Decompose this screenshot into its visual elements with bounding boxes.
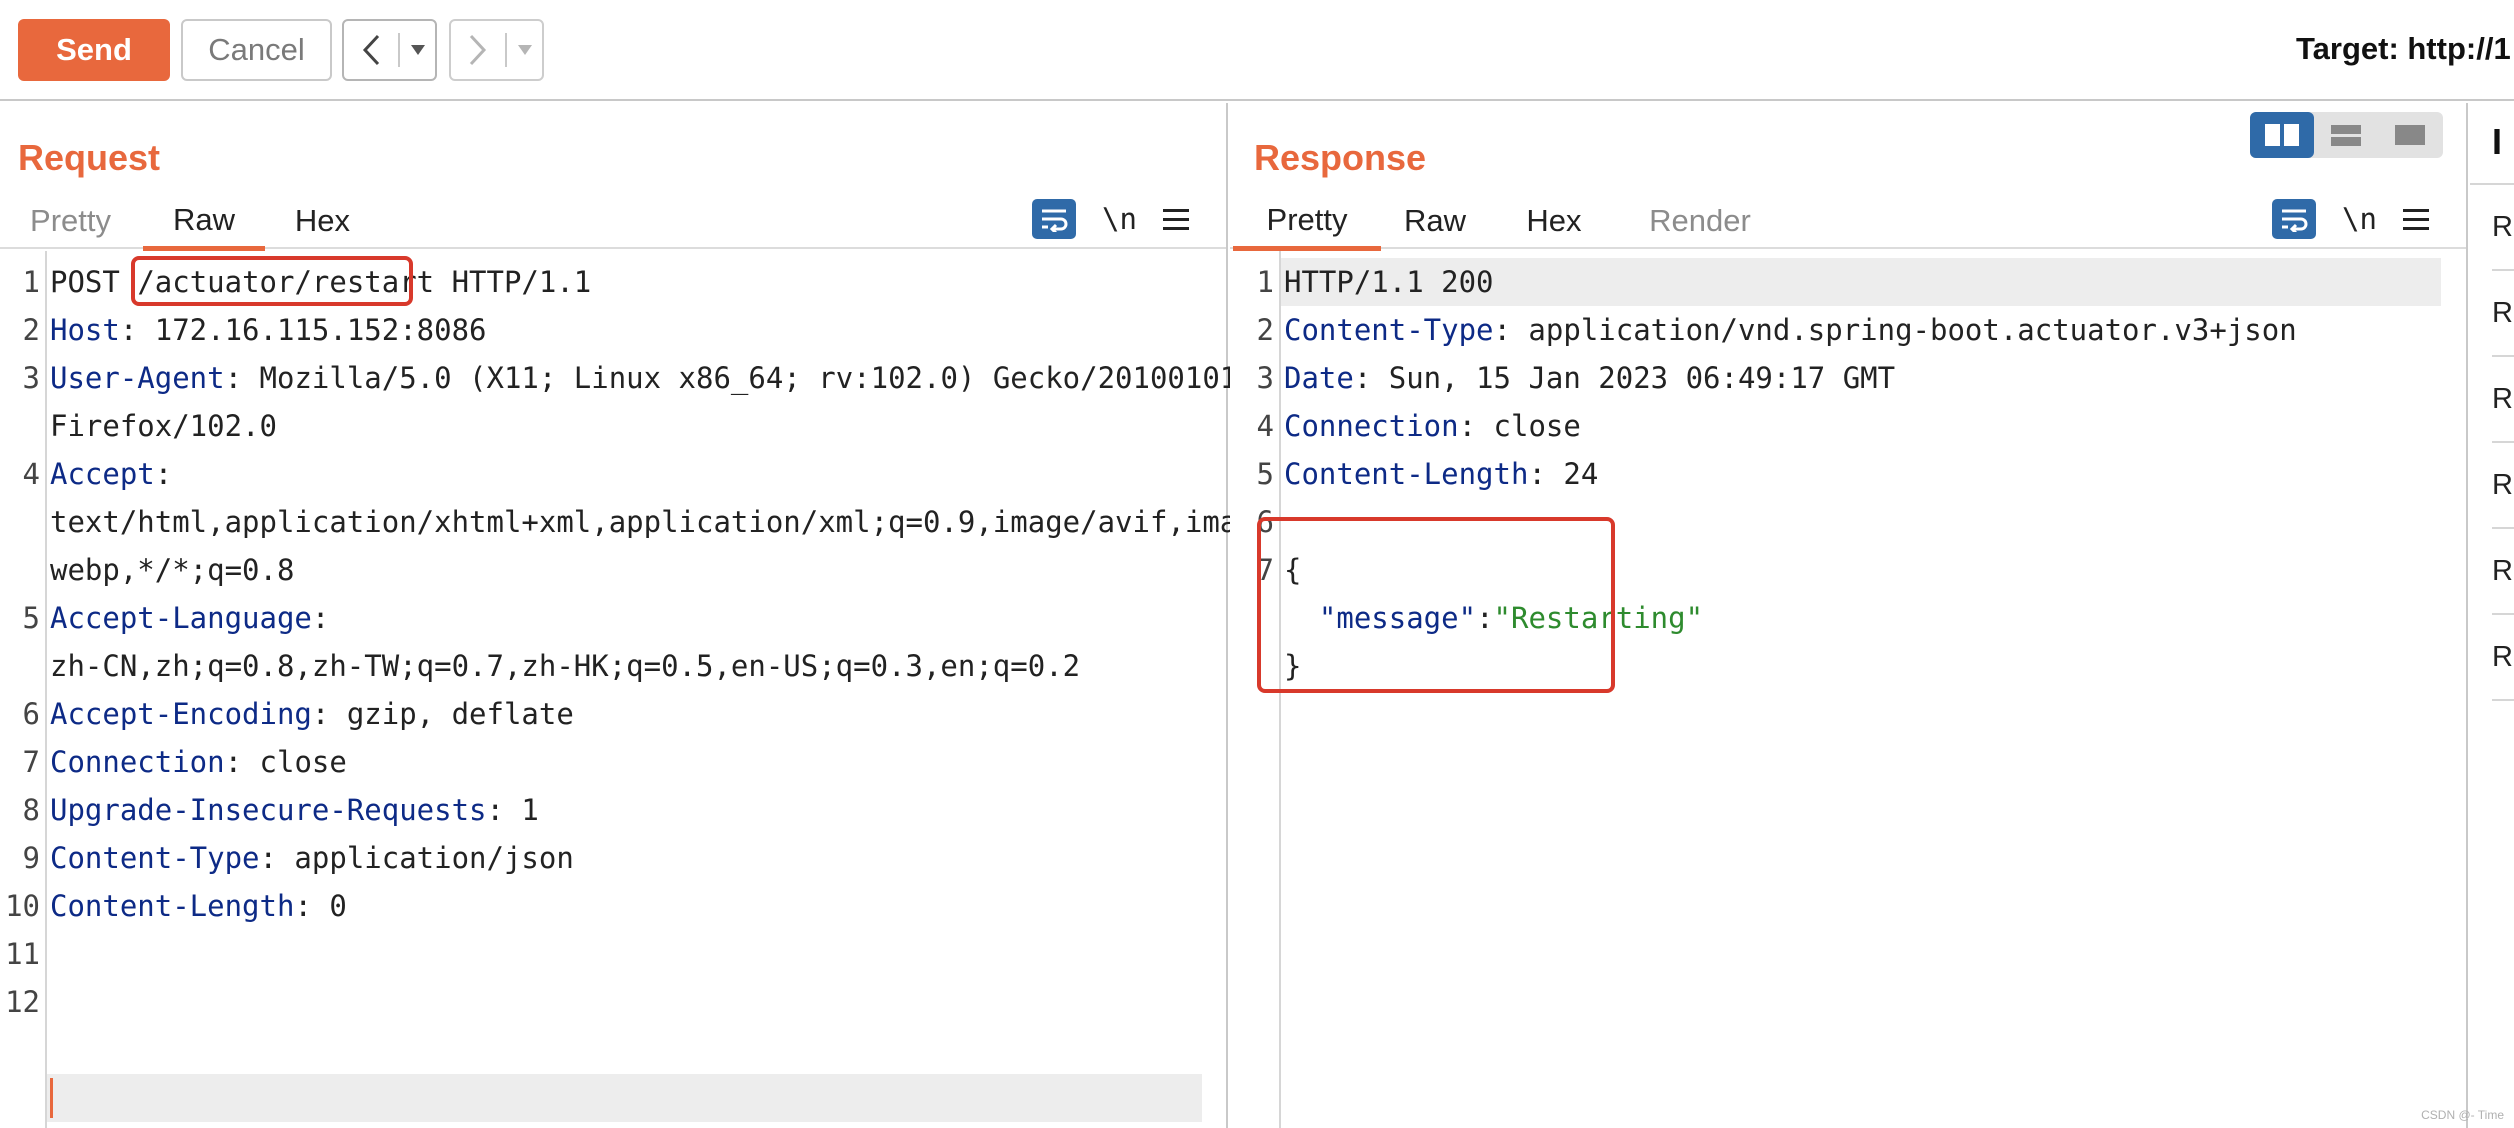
inspector-row[interactable]: R xyxy=(2492,443,2514,529)
line-number: 2 xyxy=(1256,313,1274,347)
layout-toggle xyxy=(2250,112,2443,158)
line-number: 8 xyxy=(22,793,40,827)
header-line: Connection: close xyxy=(1284,409,1581,443)
line-number: 1 xyxy=(22,265,40,299)
tab-raw[interactable]: Raw xyxy=(1395,193,1475,249)
header-line: Connection: close xyxy=(50,745,347,779)
header-line: Content-Type: application/json xyxy=(50,841,574,875)
word-wrap-icon[interactable] xyxy=(1032,199,1076,239)
tab-pretty[interactable]: Pretty xyxy=(18,193,123,249)
line-number: 11 xyxy=(5,937,40,971)
inspector-row[interactable]: R xyxy=(2492,615,2514,701)
request-editor-controls: \n xyxy=(1032,195,1189,243)
status-line: HTTP/1.1 200 xyxy=(1284,265,1494,299)
menu-icon[interactable] xyxy=(2402,208,2429,230)
inspector-row[interactable]: R xyxy=(2492,271,2514,357)
inspector-row[interactable]: R xyxy=(2492,529,2514,615)
response-pane: Response Pretty Raw Hex Render \n 1 HTTP… xyxy=(1230,103,2468,1128)
request-editor[interactable]: 1 POST /actuator/restart HTTP/1.1 2 Host… xyxy=(0,251,1290,1128)
line-number: 7 xyxy=(22,745,40,779)
split-horizontal-icon[interactable] xyxy=(2250,112,2314,158)
header-line: Accept: xyxy=(50,457,173,491)
back-button[interactable] xyxy=(342,19,437,81)
single-pane-icon[interactable] xyxy=(2378,112,2442,158)
header-line: Accept-Encoding: gzip, deflate xyxy=(50,697,574,731)
response-title: Response xyxy=(1254,137,1427,178)
response-editor-controls: \n xyxy=(2272,195,2429,243)
line-number: 3 xyxy=(22,361,40,395)
toolbar: Send Cancel Target: http://1 xyxy=(0,0,2514,101)
line-number: 10 xyxy=(5,889,40,923)
line-number: 4 xyxy=(1256,409,1274,443)
current-line-highlight xyxy=(47,1074,1202,1122)
request-pane: Request Pretty Raw Hex \n 1 POST /actuat… xyxy=(0,103,1290,1128)
cancel-button[interactable]: Cancel xyxy=(181,19,332,81)
tab-raw[interactable]: Raw xyxy=(143,193,265,251)
inspector-row[interactable]: R xyxy=(2492,185,2514,271)
request-title: Request xyxy=(18,137,161,178)
chevron-down-icon[interactable] xyxy=(400,45,435,55)
header-line: Content-Length: 24 xyxy=(1284,457,1599,491)
chevron-left-icon xyxy=(344,33,400,67)
show-newlines-icon[interactable]: \n xyxy=(2342,202,2377,236)
header-line-continuation: webp,*/*;q=0.8 xyxy=(50,553,295,587)
inspector-row[interactable]: R xyxy=(2492,357,2514,443)
tab-hex[interactable]: Hex xyxy=(1514,193,1594,249)
highlight-box-body xyxy=(1257,517,1615,693)
inspector-pane: I R R R R R R xyxy=(2470,103,2514,1128)
chevron-down-icon[interactable] xyxy=(507,45,542,55)
inspector-title: I xyxy=(2492,121,2503,162)
line-number: 3 xyxy=(1256,361,1274,395)
line-number: 1 xyxy=(1256,265,1274,299)
header-line-continuation: Firefox/102.0 xyxy=(50,409,277,443)
header-line: Host: 172.16.115.152:8086 xyxy=(50,313,487,347)
tab-render[interactable]: Render xyxy=(1630,193,1770,249)
split-vertical-icon[interactable] xyxy=(2314,112,2378,158)
header-line: Accept-Language: xyxy=(50,601,330,635)
watermark: CSDN @- Time xyxy=(2421,1108,2504,1122)
line-number: 9 xyxy=(22,841,40,875)
tab-pretty[interactable]: Pretty xyxy=(1233,193,1381,251)
line-number: 5 xyxy=(1256,457,1274,491)
target-label[interactable]: Target: http://1 xyxy=(2296,31,2511,67)
line-number: 2 xyxy=(22,313,40,347)
line-number: 5 xyxy=(22,601,40,635)
text-caret xyxy=(50,1078,53,1118)
gutter-divider xyxy=(45,251,47,1128)
line-number: 6 xyxy=(22,697,40,731)
header-line: Content-Length: 0 xyxy=(50,889,347,923)
show-newlines-icon[interactable]: \n xyxy=(1102,202,1137,236)
header-line: Upgrade-Insecure-Requests: 1 xyxy=(50,793,539,827)
highlight-box-path xyxy=(131,256,413,306)
line-number: 12 xyxy=(5,985,40,1019)
header-line: User-Agent: Mozilla/5.0 (X11; Linux x86_… xyxy=(50,361,1238,395)
send-button[interactable]: Send xyxy=(18,19,170,81)
forward-button[interactable] xyxy=(449,19,544,81)
header-line: Content-Type: application/vnd.spring-boo… xyxy=(1284,313,2297,347)
line-number: 4 xyxy=(22,457,40,491)
tab-hex[interactable]: Hex xyxy=(280,193,365,249)
word-wrap-icon[interactable] xyxy=(2272,199,2316,239)
header-line-continuation: zh-CN,zh;q=0.8,zh-TW;q=0.7,zh-HK;q=0.5,e… xyxy=(50,649,1081,683)
response-editor[interactable]: 1 HTTP/1.1 200 2 Content-Type: applicati… xyxy=(1230,251,2466,1128)
chevron-right-icon xyxy=(451,33,507,67)
menu-icon[interactable] xyxy=(1162,208,1189,230)
header-line: Date: Sun, 15 Jan 2023 06:49:17 GMT xyxy=(1284,361,1896,395)
header-line-continuation: text/html,application/xhtml+xml,applicat… xyxy=(50,505,1290,539)
